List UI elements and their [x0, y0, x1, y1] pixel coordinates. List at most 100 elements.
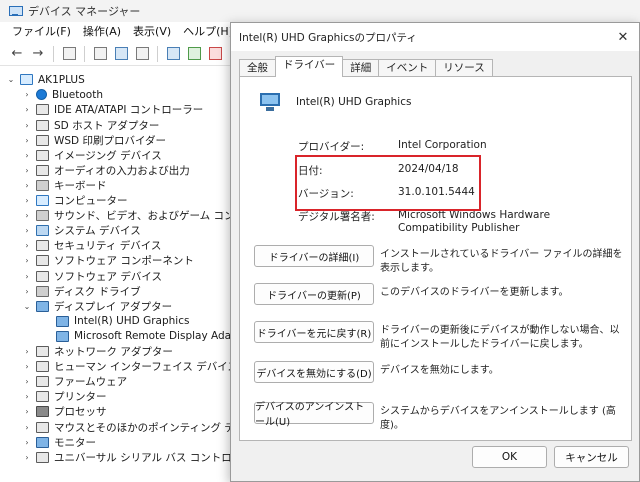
view-icon [135, 47, 149, 60]
view-button[interactable] [133, 45, 151, 63]
tree-item[interactable]: › IDE ATA/ATAPI コントローラー [22, 102, 203, 117]
chevron-right-icon[interactable]: › [22, 121, 32, 130]
tree-item-label: Intel(R) UHD Graphics [74, 315, 190, 328]
chevron-right-icon[interactable]: › [22, 407, 32, 416]
menu-view[interactable]: 表示(V) [127, 22, 177, 42]
tree-item[interactable]: › Bluetooth [22, 87, 103, 102]
tab-events[interactable]: イベント [378, 59, 437, 77]
tab-resources[interactable]: リソース [435, 59, 493, 77]
chevron-down-icon[interactable]: ⌄ [22, 302, 32, 311]
tree-item-label: ソフトウェア コンポーネント [54, 255, 194, 268]
tree-item[interactable]: › キーボード [22, 178, 107, 193]
rollback-driver-button[interactable]: ドライバーを元に戻す(R) [254, 321, 374, 343]
chevron-right-icon[interactable]: › [22, 151, 32, 160]
tab-general[interactable]: 全般 [239, 59, 276, 77]
tab-details[interactable]: 詳細 [342, 59, 380, 77]
tree-item[interactable]: › ネットワーク アダプター [22, 344, 173, 359]
mouse-icon [36, 421, 49, 433]
menu-action[interactable]: 操作(A) [77, 22, 127, 42]
chevron-right-icon[interactable]: › [22, 423, 32, 432]
uninstall-device-button[interactable] [206, 45, 224, 63]
chevron-right-icon[interactable]: › [22, 90, 32, 99]
uninstall-icon [208, 47, 222, 60]
chevron-right-icon[interactable]: › [22, 362, 32, 371]
monitor-icon [56, 330, 69, 342]
chevron-down-icon[interactable]: ⌄ [6, 75, 16, 84]
chevron-right-icon[interactable]: › [22, 196, 32, 205]
chevron-right-icon[interactable]: › [22, 181, 32, 190]
chevron-right-icon[interactable]: › [22, 241, 32, 250]
action-row-uninstall: デバイスのアンインストール(U) システムからデバイスをアンインストールします … [254, 402, 625, 433]
help-button[interactable] [112, 45, 130, 63]
properties-icon [93, 47, 107, 60]
tree-item[interactable]: › コンピューター [22, 193, 128, 208]
properties-button[interactable] [91, 45, 109, 63]
tree-item[interactable]: › ユニバーサル シリアル バス コントローラー [22, 450, 235, 465]
chevron-right-icon[interactable]: › [22, 105, 32, 114]
chevron-right-icon[interactable]: › [22, 211, 32, 220]
tree-item[interactable]: › SD ホスト アダプター [22, 118, 159, 133]
tree-item-label: システム デバイス [54, 225, 141, 238]
tree-item[interactable]: › イメージング デバイス [22, 148, 162, 163]
processor-icon [36, 406, 49, 418]
chevron-right-icon[interactable]: › [22, 166, 32, 175]
tree-item[interactable]: › オーディオの入力および出力 [22, 163, 190, 178]
tree-item[interactable]: › プリンター [22, 389, 107, 404]
device-tree: ⌄ AK1PLUS › Bluetooth › IDE ATA/ATAPI コントロー… [0, 68, 235, 482]
chevron-right-icon[interactable]: › [22, 287, 32, 296]
tree-item[interactable]: › プロセッサ [22, 404, 107, 419]
tab-driver[interactable]: ドライバー [275, 56, 344, 77]
tree-item[interactable]: › マウスとそのほかのポインティング デバイス [22, 420, 235, 435]
tree-item[interactable]: › システム デバイス [22, 223, 141, 238]
tree-item[interactable]: › セキュリティ デバイス [22, 238, 161, 253]
tree-item[interactable]: › WSD 印刷プロバイダー [22, 133, 166, 148]
tree-item[interactable]: › ヒューマン インターフェイス デバイス [22, 359, 235, 374]
computer-icon [20, 74, 33, 86]
update-driver-button[interactable]: ドライバーの更新(P) [254, 283, 374, 305]
tree-item[interactable]: › ソフトウェア コンポーネント [22, 253, 194, 268]
chevron-right-icon[interactable]: › [22, 256, 32, 265]
cancel-button[interactable]: キャンセル [554, 446, 629, 468]
tree-item[interactable]: ⌄ ディスプレイ アダプター [22, 299, 172, 314]
back-button[interactable]: ← [8, 45, 26, 63]
keyboard-icon [36, 179, 49, 191]
signer-label: デジタル署名者: [298, 211, 375, 223]
provider-label: プロバイダー: [298, 141, 365, 153]
close-icon[interactable]: ✕ [613, 27, 633, 47]
forward-button[interactable]: → [29, 45, 47, 63]
tree-item[interactable]: › モニター [22, 435, 96, 450]
driver-details-description: インストールされているドライバー ファイルの詳細を表示します。 [380, 249, 623, 274]
chevron-right-icon[interactable]: › [22, 377, 32, 386]
provider-value: Intel Corporation [398, 139, 487, 151]
add-driver-icon [187, 47, 201, 60]
chevron-right-icon[interactable]: › [22, 272, 32, 281]
show-hide-tree-button[interactable] [60, 45, 78, 63]
chevron-right-icon[interactable]: › [22, 438, 32, 447]
disable-device-description: デバイスを無効にします。 [380, 365, 499, 376]
tree-item-label: Bluetooth [52, 88, 103, 101]
tree-item[interactable]: › ファームウェア [22, 374, 127, 389]
chevron-right-icon[interactable]: › [22, 136, 32, 145]
properties-dialog: Intel(R) UHD Graphicsのプロパティ ✕ 全般 ドライバー 詳… [230, 22, 640, 482]
uninstall-device-button[interactable]: デバイスのアンインストール(U) [254, 402, 374, 428]
tree-item[interactable]: › ディスク ドライブ [22, 284, 141, 299]
chevron-right-icon[interactable]: › [22, 392, 32, 401]
ide-controller-icon [36, 104, 49, 116]
chevron-right-icon[interactable]: › [22, 226, 32, 235]
menu-file[interactable]: ファイル(F) [6, 22, 77, 42]
chevron-right-icon[interactable]: › [22, 453, 32, 462]
add-driver-button[interactable] [185, 45, 203, 63]
disable-device-button[interactable]: デバイスを無効にする(D) [254, 361, 374, 383]
scan-hardware-button[interactable] [164, 45, 182, 63]
driver-details-button[interactable]: ドライバーの詳細(I) [254, 245, 374, 267]
tree-item[interactable]: › サウンド、ビデオ、およびゲーム コントローラー [22, 208, 235, 223]
tree-item[interactable]: › ソフトウェア デバイス [22, 269, 162, 284]
tree-item[interactable]: Intel(R) UHD Graphics [56, 314, 189, 329]
device-manager-titlebar: デバイス マネージャー [0, 0, 640, 22]
tree-item[interactable]: Microsoft Remote Display Adapter [56, 329, 235, 344]
chevron-right-icon[interactable]: › [22, 347, 32, 356]
tree-root[interactable]: ⌄ AK1PLUS [6, 72, 85, 87]
rollback-driver-description: ドライバーの更新後にデバイスが動作しない場合、以前にインストールしたドライバーに… [380, 325, 620, 350]
disk-drive-icon [36, 285, 49, 297]
ok-button[interactable]: OK [472, 446, 547, 468]
